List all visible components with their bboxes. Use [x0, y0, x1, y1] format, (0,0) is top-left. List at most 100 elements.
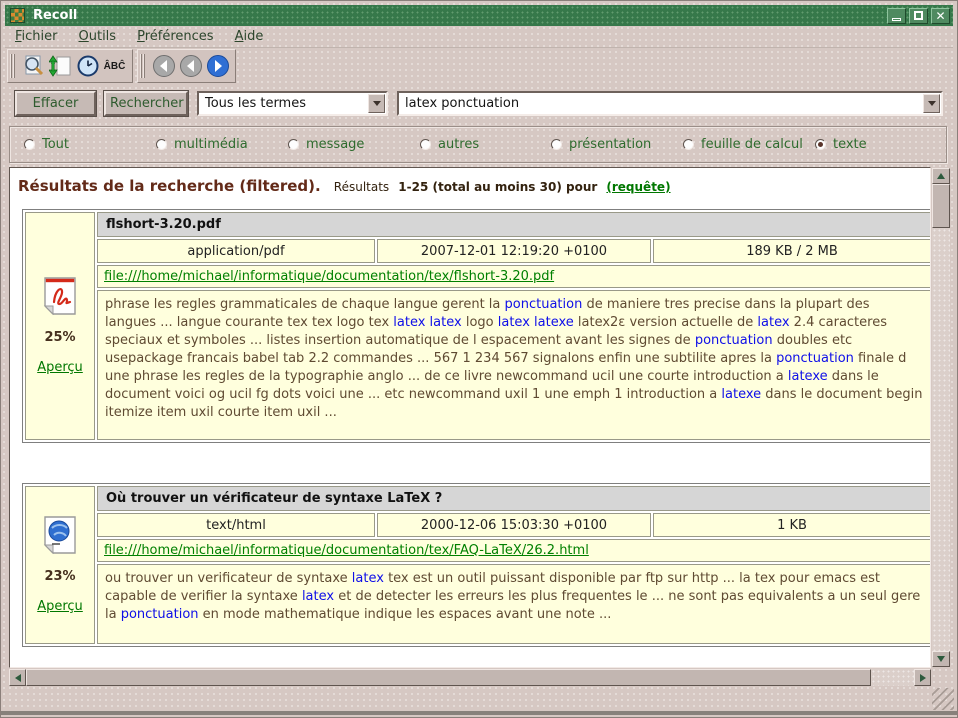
- document-search-icon: [22, 54, 46, 78]
- query-value: latex ponctuation: [405, 96, 519, 111]
- result-mime: text/html: [97, 513, 375, 537]
- result-url-link[interactable]: file:///home/michael/informatique/docume…: [104, 543, 589, 558]
- result-size: 1 KB: [653, 513, 931, 537]
- result-snippet: ou trouver un verificateur de syntaxe la…: [97, 564, 931, 644]
- results-header: Résultats de la recherche (filtered). Ré…: [18, 176, 930, 195]
- results-summary-prefix: Résultats: [334, 180, 389, 194]
- preview-link[interactable]: Aperçu: [37, 599, 83, 614]
- horizontal-scrollbar[interactable]: [9, 669, 931, 686]
- radio-icon: [815, 139, 826, 150]
- minimize-button[interactable]: [887, 8, 906, 24]
- result-side-cell: 25% Aperçu: [25, 212, 95, 440]
- filter-radio-tout[interactable]: Tout: [24, 137, 69, 152]
- menu-fichier[interactable]: Fichier: [15, 29, 58, 44]
- menu-aide[interactable]: Aide: [235, 29, 264, 44]
- horizontal-scrollbar-track[interactable]: [871, 669, 914, 686]
- maximize-icon: [914, 11, 923, 20]
- results-summary-range: 1-25 (total au moins 30) pour: [398, 180, 597, 194]
- menubar: Fichier Outils Préférences Aide: [5, 26, 953, 48]
- relevance-percent: 23%: [44, 569, 75, 584]
- close-icon: ✕: [935, 10, 945, 22]
- html-document-icon: [43, 516, 77, 554]
- result-url-link[interactable]: file:///home/michael/informatique/docume…: [104, 269, 554, 284]
- index-update-icon: [49, 54, 73, 78]
- term-explorer-icon: ÂBĈ: [104, 61, 126, 72]
- scroll-right-button[interactable]: [914, 669, 931, 686]
- maximize-button[interactable]: [909, 8, 928, 24]
- scroll-left-button[interactable]: [9, 669, 26, 686]
- history-button[interactable]: [74, 53, 101, 80]
- radio-icon: [156, 139, 167, 150]
- result-side-cell: 23% Aperçu: [25, 486, 95, 644]
- index-update-button[interactable]: [47, 53, 74, 80]
- first-page-button[interactable]: [150, 53, 177, 80]
- filter-radio-multimedia[interactable]: multimédia: [156, 137, 248, 152]
- radio-icon: [288, 139, 299, 150]
- arrow-right-icon: [920, 674, 926, 682]
- next-page-button[interactable]: [204, 53, 231, 80]
- result-date: 2000-12-06 15:03:30 +0100: [377, 513, 651, 537]
- filter-radio-texte[interactable]: texte: [815, 137, 867, 152]
- close-button[interactable]: ✕: [931, 8, 950, 24]
- document-search-button[interactable]: [20, 53, 47, 80]
- window-controls: ✕: [887, 8, 950, 24]
- forward-icon: [206, 54, 230, 78]
- vertical-scrollbar-thumb[interactable]: [932, 184, 950, 228]
- result-entry: 23% Aperçu Où trouver un vérificateur de…: [22, 483, 931, 647]
- toolbar-handle[interactable]: [10, 54, 16, 78]
- search-mode-value: Tous les termes: [205, 96, 306, 111]
- vertical-scrollbar[interactable]: [932, 168, 950, 667]
- preview-link[interactable]: Aperçu: [37, 360, 83, 375]
- horizontal-scrollbar-thumb[interactable]: [26, 669, 871, 686]
- result-url-cell: file:///home/michael/informatique/docume…: [97, 539, 931, 562]
- arrow-down-icon: [937, 656, 945, 662]
- toolbar-handle[interactable]: [140, 54, 146, 78]
- titlebar[interactable]: Recoll ✕: [5, 5, 953, 26]
- clear-button[interactable]: Effacer: [15, 91, 96, 116]
- menu-outils[interactable]: Outils: [79, 29, 117, 44]
- filter-radio-feuille-de-calcul[interactable]: feuille de calcul: [683, 137, 803, 152]
- arrow-left-icon: [15, 674, 21, 682]
- results-area[interactable]: Résultats de la recherche (filtered). Ré…: [9, 167, 931, 668]
- query-details-link[interactable]: (requête): [606, 180, 670, 194]
- search-mode-select[interactable]: Tous les termes: [197, 91, 388, 116]
- scroll-up-button[interactable]: [932, 168, 950, 184]
- result-title: flshort-3.20.pdf: [97, 212, 931, 237]
- toolbar-group-nav: [137, 49, 236, 83]
- menu-preferences[interactable]: Préférences: [137, 29, 213, 44]
- term-explorer-button[interactable]: ÂBĈ: [101, 53, 128, 80]
- query-input[interactable]: latex ponctuation: [397, 91, 943, 116]
- result-title: Où trouver un vérificateur de syntaxe La…: [97, 486, 931, 511]
- result-url-cell: file:///home/michael/informatique/docume…: [97, 265, 931, 288]
- filter-groupbox: Tout multimédia message autres présentat…: [9, 126, 947, 163]
- scroll-down-button[interactable]: [932, 651, 950, 667]
- history-clock-icon: [76, 54, 100, 78]
- back-icon: [152, 54, 176, 78]
- toolbar: ÂBĈ: [7, 49, 236, 83]
- results-title: Résultats de la recherche (filtered).: [18, 177, 321, 195]
- search-bar: Effacer Rechercher Tous les termes latex…: [15, 91, 943, 116]
- search-button[interactable]: Rechercher: [104, 91, 188, 116]
- chevron-down-icon[interactable]: [368, 94, 385, 113]
- result-snippet: phrase les regles grammaticales de chaqu…: [97, 290, 931, 440]
- radio-icon: [683, 139, 694, 150]
- recoll-window: Recoll ✕ Fichier Outils Préférences Aide: [0, 0, 958, 718]
- result-date: 2007-12-01 12:19:20 +0100: [377, 239, 651, 263]
- chevron-down-icon[interactable]: [923, 94, 940, 113]
- pdf-document-icon: [43, 277, 77, 315]
- result-size: 189 KB / 2 MB: [653, 239, 931, 263]
- result-entry: 25% Aperçu flshort-3.20.pdf application/…: [22, 209, 931, 443]
- prev-page-button[interactable]: [177, 53, 204, 80]
- filter-radio-presentation[interactable]: présentation: [551, 137, 651, 152]
- result-mime: application/pdf: [97, 239, 375, 263]
- filter-radio-autres[interactable]: autres: [420, 137, 479, 152]
- filter-radio-message[interactable]: message: [288, 137, 364, 152]
- window-title: Recoll: [33, 8, 887, 23]
- resize-grip[interactable]: [932, 688, 954, 710]
- toolbar-group-main: ÂBĈ: [7, 49, 133, 83]
- relevance-percent: 25%: [44, 330, 75, 345]
- radio-icon: [420, 139, 431, 150]
- vertical-scrollbar-track[interactable]: [932, 228, 950, 651]
- recoll-app-icon: [10, 8, 25, 23]
- window-bottom-edge: [1, 711, 957, 715]
